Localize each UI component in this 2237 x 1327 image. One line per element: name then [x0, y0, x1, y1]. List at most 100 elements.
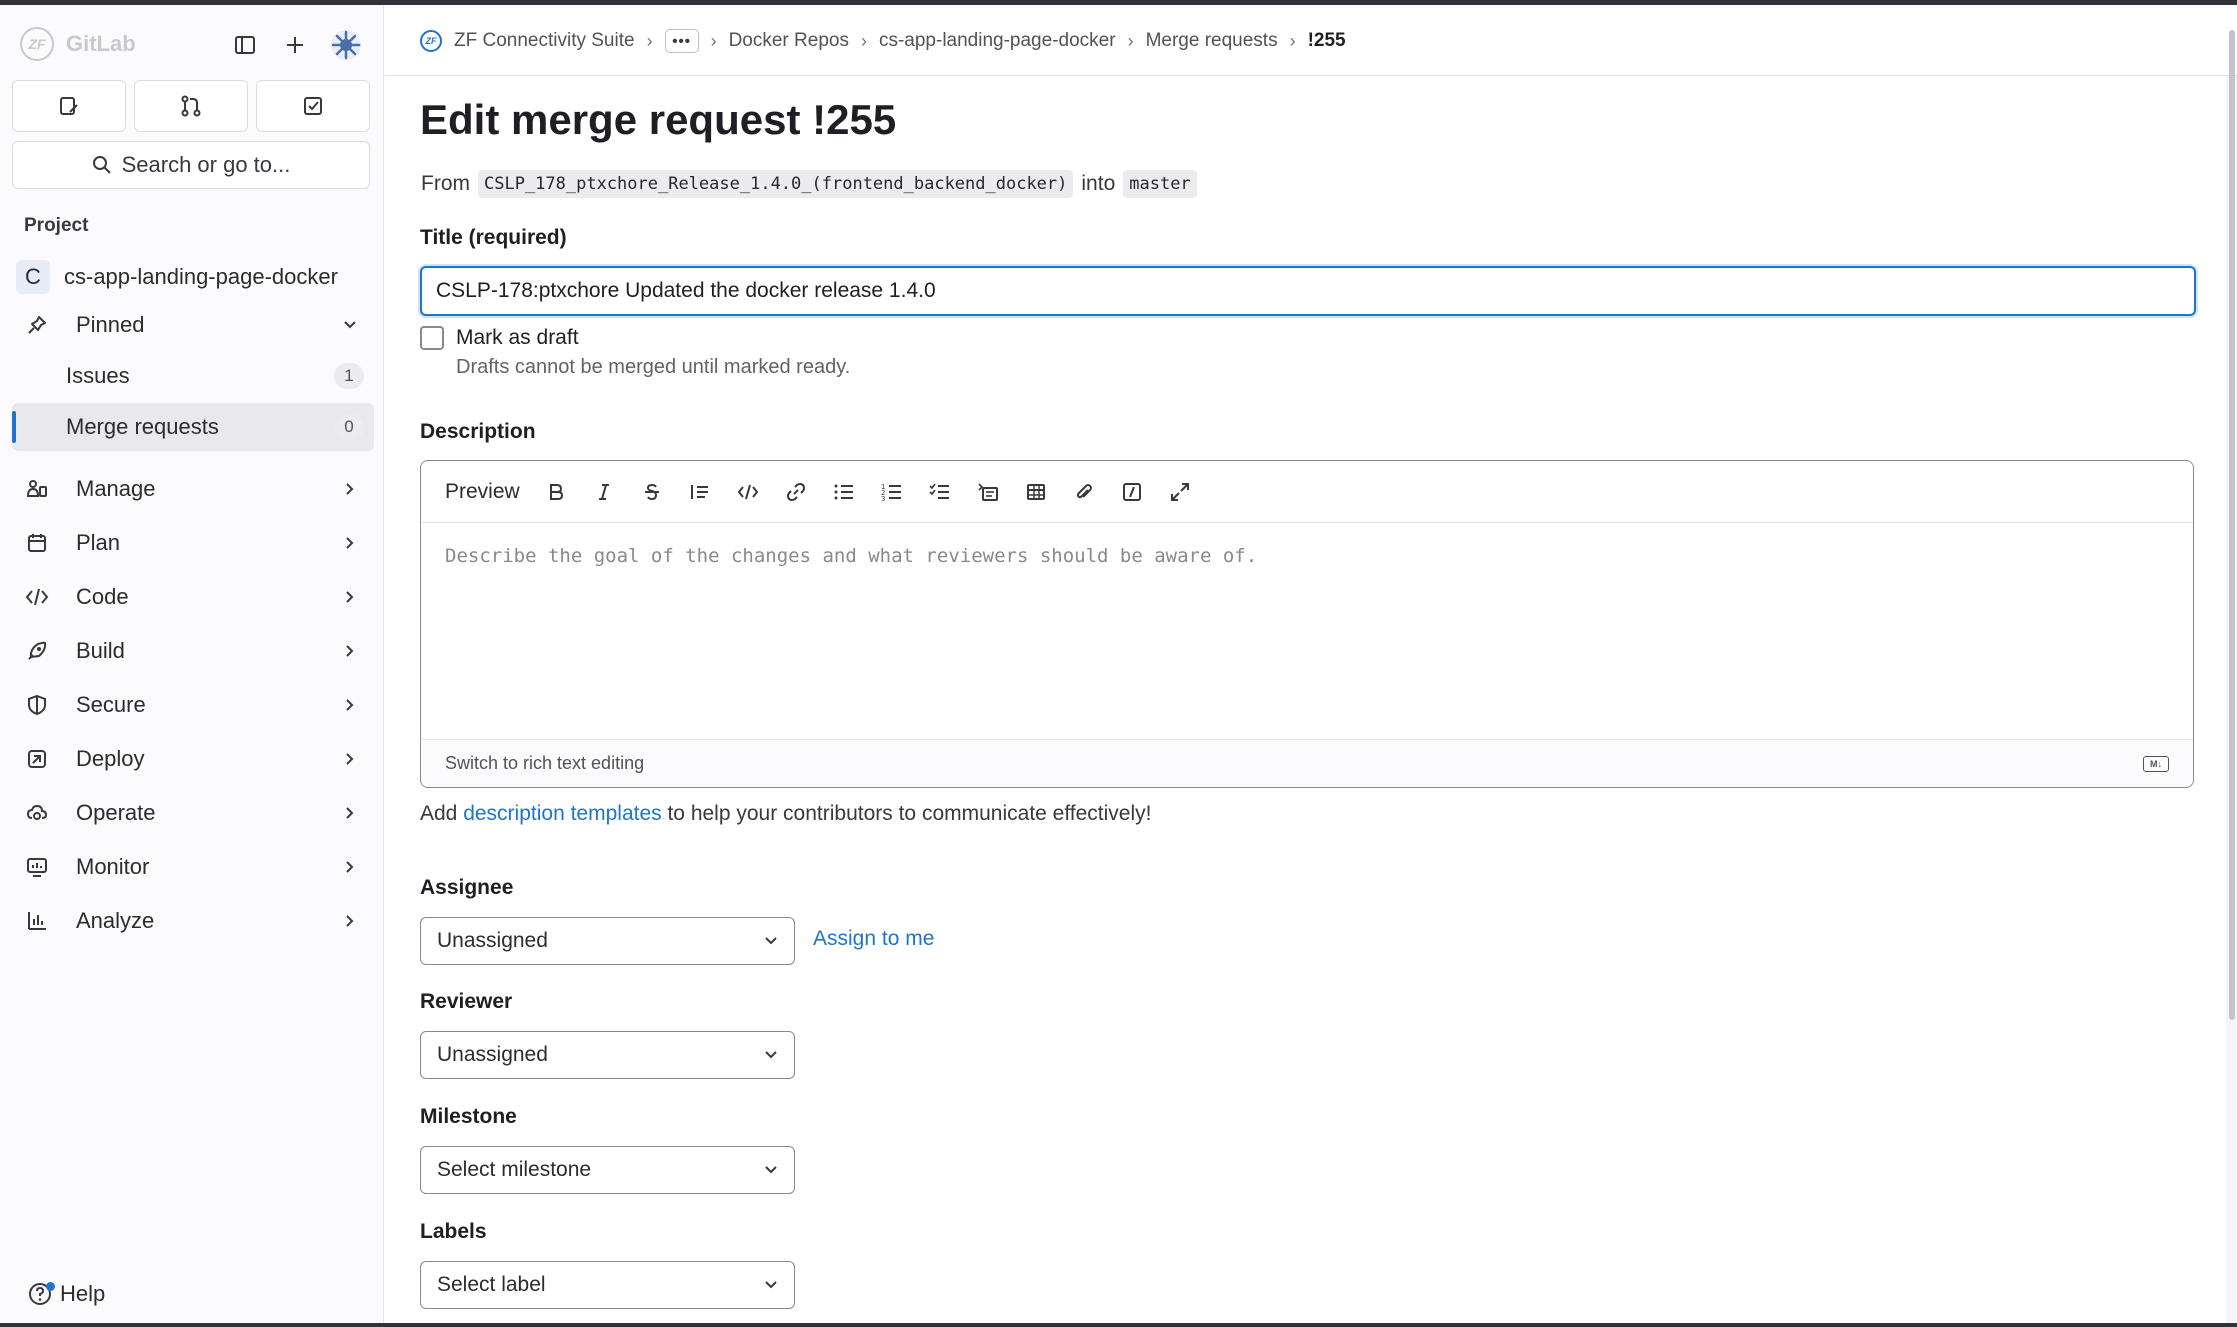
sidebar-item-deploy[interactable]: Deploy [12, 735, 374, 783]
numbered-list-button[interactable]: 123 [874, 474, 910, 510]
toggle-sidebar-button[interactable] [227, 27, 263, 63]
strikethrough-button[interactable] [634, 474, 670, 510]
assigned-issues-button[interactable] [12, 80, 126, 132]
breadcrumb-item-merge-requests[interactable]: Merge requests [1146, 30, 1278, 52]
pin-icon [22, 310, 52, 340]
sidebar-item-manage[interactable]: Manage [12, 465, 374, 513]
attach-file-button[interactable] [1066, 474, 1102, 510]
fullscreen-button[interactable] [1162, 474, 1198, 510]
sidebar-item-monitor[interactable]: Monitor [12, 843, 374, 891]
collapsible-button[interactable] [970, 474, 1006, 510]
breadcrumb-item-project[interactable]: cs-app-landing-page-docker [879, 30, 1116, 52]
todos-button[interactable] [256, 80, 370, 132]
create-new-button[interactable] [277, 27, 313, 63]
search-button[interactable]: Search or go to... [12, 141, 370, 189]
task-list-button[interactable] [922, 474, 958, 510]
preview-button[interactable]: Preview [445, 480, 520, 504]
code-button[interactable] [730, 474, 766, 510]
assignee-dropdown[interactable]: Unassigned [420, 917, 795, 965]
description-label: Description [420, 420, 536, 443]
chevron-right-icon [340, 587, 360, 607]
table-button[interactable] [1018, 474, 1054, 510]
title-label: Title (required) [420, 226, 567, 249]
chevron-right-icon [340, 479, 360, 499]
title-input[interactable] [420, 266, 2196, 316]
gitlab-logo[interactable]: ZF GitLab [20, 27, 136, 61]
description-textarea[interactable]: Describe the goal of the changes and wha… [445, 545, 1257, 567]
milestone-dropdown[interactable]: Select milestone [420, 1146, 795, 1194]
link-button[interactable] [778, 474, 814, 510]
link-icon [786, 482, 805, 501]
sidebar-item-label: Manage [76, 476, 156, 501]
quote-button[interactable] [682, 474, 718, 510]
table-icon [1026, 483, 1045, 500]
chevron-down-icon [340, 315, 360, 335]
merge-request-icon [181, 95, 201, 117]
chevron-down-icon [765, 1281, 777, 1289]
draft-row: Mark as draft [420, 326, 579, 350]
section-label: Project [24, 215, 89, 236]
monitor-icon [22, 852, 52, 882]
breadcrumb-item-subgroup[interactable]: Docker Repos [729, 30, 849, 52]
more-breadcrumbs-button[interactable]: ••• [664, 29, 699, 53]
merge-requests-count-badge: 0 [334, 414, 364, 440]
breadcrumb-item-group[interactable]: ZF Connectivity Suite [454, 30, 635, 52]
sidebar-item-label: Plan [76, 530, 121, 555]
sidebar-item-build[interactable]: Build [12, 627, 374, 675]
page-title: Edit merge request !255 [420, 96, 897, 143]
sidebar-item-label: Build [76, 638, 125, 663]
bullet-list-button[interactable] [826, 474, 862, 510]
sidebar-item-code[interactable]: Code [12, 573, 374, 621]
sidebar-toggle-icon [235, 36, 255, 54]
sidebar-item-merge-requests[interactable]: Merge requests 0 [12, 403, 374, 451]
sidebar-item-secure[interactable]: Secure [12, 681, 374, 729]
sidebar-item-label: Deploy [76, 746, 145, 771]
quick-actions-button[interactable] [1114, 474, 1150, 510]
into-label: into [1081, 172, 1116, 195]
draft-label[interactable]: Mark as draft [456, 326, 579, 350]
description-templates-link[interactable]: description templates [463, 802, 661, 825]
draft-checkbox[interactable] [420, 326, 444, 350]
merge-requests-button[interactable] [134, 80, 248, 132]
draft-help-text: Drafts cannot be merged until marked rea… [456, 356, 851, 378]
counts-bar [12, 80, 370, 132]
search-label: Search or go to... [121, 152, 291, 177]
milestone-label: Milestone [420, 1105, 517, 1128]
italic-icon [598, 483, 609, 500]
sidebar-item-pinned[interactable]: Pinned [12, 301, 374, 349]
help-icon [28, 1282, 55, 1306]
project-name: cs-app-landing-page-docker [64, 264, 338, 289]
milestone-value: Select milestone [437, 1158, 592, 1181]
branch-info: From CSLP_178_ptxchore_Release_1.4.0_(fr… [421, 170, 1197, 198]
project-avatar: C [16, 260, 50, 294]
bold-button[interactable] [538, 474, 574, 510]
italic-button[interactable] [586, 474, 622, 510]
avatar-icon [331, 30, 361, 60]
user-avatar-button[interactable] [328, 27, 364, 63]
switch-rich-text-button[interactable]: Switch to rich text editing [445, 753, 644, 774]
from-label: From [421, 172, 470, 195]
reviewer-label: Reviewer [420, 990, 513, 1013]
sidebar-item-operate[interactable]: Operate [12, 789, 374, 837]
reviewer-dropdown[interactable]: Unassigned [420, 1031, 795, 1079]
sidebar: ZF GitLab Search or go to... Project C c… [0, 5, 384, 1327]
desc-help-suffix: to help your contributors to communicate… [661, 802, 1152, 825]
help-label: Help [60, 1281, 106, 1306]
chevron-down-icon [765, 1051, 777, 1059]
chevron-right-icon [340, 749, 360, 769]
chevron-down-icon [765, 937, 777, 945]
breadcrumb-item-current[interactable]: !255 [1308, 30, 1346, 52]
scrollbar-thumb[interactable] [2229, 30, 2235, 1020]
reviewer-value: Unassigned [437, 1043, 548, 1066]
labels-dropdown[interactable]: Select label [420, 1261, 795, 1309]
issues-icon [60, 97, 78, 115]
chevron-right-icon: › [1127, 30, 1134, 51]
strikethrough-icon [644, 483, 659, 500]
description-editor: Preview 123 Describe the goal of the cha… [420, 460, 2194, 788]
help-button[interactable]: Help [28, 1281, 105, 1307]
sidebar-item-issues[interactable]: Issues 1 [12, 352, 374, 400]
project-link[interactable]: C cs-app-landing-page-docker [16, 255, 368, 299]
assign-to-me-link[interactable]: Assign to me [813, 927, 934, 951]
sidebar-item-plan[interactable]: Plan [12, 519, 374, 567]
sidebar-item-analyze[interactable]: Analyze [12, 897, 374, 945]
